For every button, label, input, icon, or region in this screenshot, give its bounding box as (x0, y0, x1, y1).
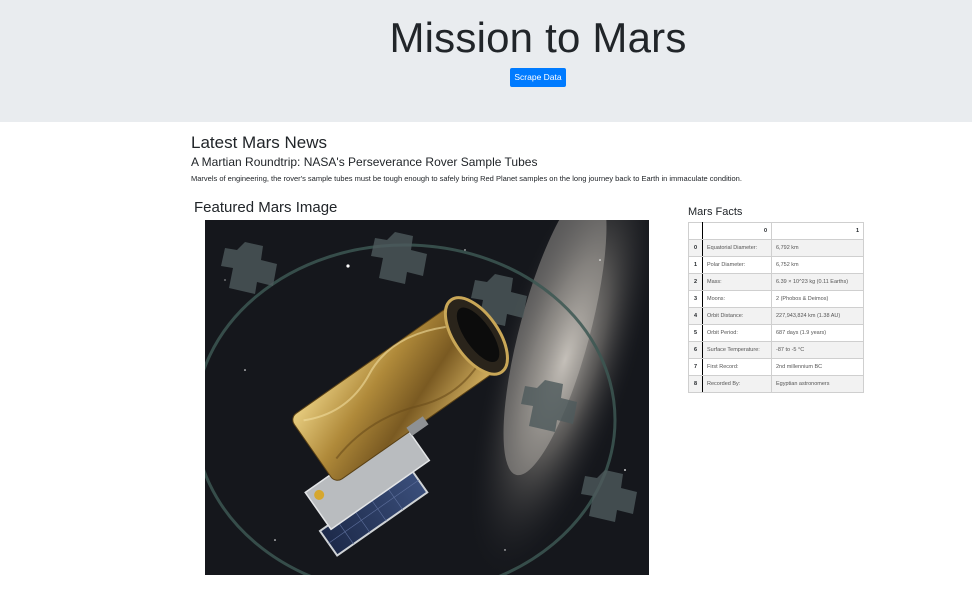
table-row: 8 Recorded By: Egyptian astronomers (688, 375, 864, 393)
fact-value: 2nd millennium BC (771, 358, 864, 376)
table-row: 4 Orbit Distance: 227,943,824 km (1.38 AU) (688, 307, 864, 325)
table-header-col-0: 0 (702, 222, 772, 240)
fact-value: 6.39 × 10^23 kg (0.11 Earths) (771, 273, 864, 291)
fact-value: 687 days (1.9 years) (771, 324, 864, 342)
fact-label: First Record: (702, 358, 772, 376)
fact-label: Mass: (702, 273, 772, 291)
table-header-row: 0 1 (688, 222, 864, 240)
fact-label: Equatorial Diameter: (702, 239, 772, 257)
row-index: 7 (688, 358, 703, 376)
table-row: 2 Mass: 6.39 × 10^23 kg (0.11 Earths) (688, 273, 864, 291)
news-teaser: Marvels of engineering, the rover's samp… (191, 174, 742, 183)
fact-label: Orbit Period: (702, 324, 772, 342)
fact-label: Orbit Distance: (702, 307, 772, 325)
fact-value: 227,943,824 km (1.38 AU) (771, 307, 864, 325)
mars-facts-heading: Mars Facts (688, 206, 743, 218)
news-title: A Martian Roundtrip: NASA's Perseverance… (191, 155, 538, 169)
fact-value: -87 to -5 °C (771, 341, 864, 359)
featured-mars-image[interactable] (205, 220, 649, 575)
table-row: 3 Moons: 2 (Phobos & Deimos) (688, 290, 864, 308)
table-row: 6 Surface Temperature: -87 to -5 °C (688, 341, 864, 359)
table-header-col-1: 1 (771, 222, 864, 240)
row-index: 2 (688, 273, 703, 291)
row-index: 1 (688, 256, 703, 274)
mars-facts-table: 0 1 0 Equatorial Diameter: 6,792 km 1 Polar … (688, 222, 864, 393)
news-heading: Latest Mars News (191, 133, 328, 152)
fact-label: Moons: (702, 290, 772, 308)
row-index: 3 (688, 290, 703, 308)
fact-label: Surface Temperature: (702, 341, 772, 359)
row-index: 8 (688, 375, 703, 393)
featured-image-heading: Featured Mars Image (194, 199, 338, 216)
fact-value: 2 (Phobos & Deimos) (771, 290, 864, 308)
fact-value: Egyptian astronomers (771, 375, 864, 393)
row-index: 0 (688, 239, 703, 257)
row-index: 6 (688, 341, 703, 359)
fact-value: 6,792 km (771, 239, 864, 257)
table-body: 0 Equatorial Diameter: 6,792 km 1 Polar Diam… (688, 239, 864, 393)
fact-value: 6,752 km (771, 256, 864, 274)
table-row: 1 Polar Diameter: 6,752 km (688, 256, 864, 274)
scrape-data-button[interactable]: Scrape Data (510, 68, 566, 87)
page-title: Mission to Mars (389, 14, 687, 61)
table-row: 5 Orbit Period: 687 days (1.9 years) (688, 324, 864, 342)
table-row: 7 First Record: 2nd millennium BC (688, 358, 864, 376)
spacecraft-illustration (205, 220, 649, 575)
header-jumbotron: Mission to Mars Scrape Data (0, 0, 972, 122)
row-index: 4 (688, 307, 703, 325)
row-index: 5 (688, 324, 703, 342)
fact-label: Recorded By: (702, 375, 772, 393)
table-header-index (688, 222, 703, 240)
table-row: 0 Equatorial Diameter: 6,792 km (688, 239, 864, 257)
fact-label: Polar Diameter: (702, 256, 772, 274)
